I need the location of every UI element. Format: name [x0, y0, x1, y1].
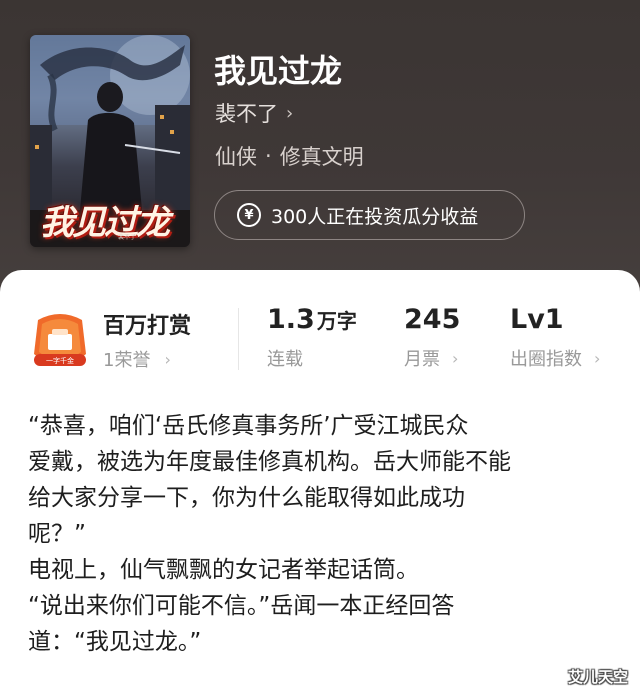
excerpt-line: 给大家分享一下，你为什么能取得如此成功: [28, 485, 465, 511]
popularity-level-label: 出圈指数: [510, 349, 582, 370]
cover-title-art: 我见过龙: [40, 203, 170, 243]
stat-monthly-tickets[interactable]: 245 月票 ›: [404, 304, 460, 371]
invest-button[interactable]: ¥ 300人正在投资瓜分收益: [214, 190, 525, 240]
excerpt-line: 道：“我见过龙。”: [28, 629, 202, 655]
chevron-right-icon: ›: [594, 348, 601, 368]
watermark: 艾儿天空: [567, 668, 628, 686]
excerpt-line: 电视上，仙气飘飘的女记者举起话筒。: [28, 557, 419, 583]
monthly-ticket-label: 月票: [404, 349, 440, 370]
invest-text: 300人正在投资瓜分收益: [271, 205, 479, 228]
genre-secondary[interactable]: 修真文明: [280, 141, 364, 171]
reward-title[interactable]: 百万打赏: [103, 308, 191, 340]
excerpt-line: “说出来你们可能不信。”岳闻一本正经回答: [28, 593, 455, 619]
genre-primary[interactable]: 仙侠: [215, 141, 257, 171]
stat-word-count: 1.3 万字 连载: [267, 304, 357, 371]
chevron-right-icon: ›: [286, 102, 294, 124]
author-link[interactable]: 裴不了 ›: [215, 98, 293, 128]
stats-divider: [238, 308, 239, 370]
chapter-excerpt: “恭喜，咱们‘岳氏修真事务所’广受江城民众 爱戴，被选为年度最佳修真机构。岳大师…: [28, 408, 618, 660]
monthly-ticket-value: 245: [404, 304, 461, 335]
yen-icon: ¥: [237, 203, 261, 227]
excerpt-line: “恭喜，咱们‘岳氏修真事务所’广受江城民众: [28, 413, 469, 439]
book-header: 我见过龙 裴不了 我见过龙 裴不了 › 仙侠 · 修真文明 ¥ 300人正在投资…: [0, 0, 640, 300]
author-name: 裴不了: [215, 102, 278, 126]
chevron-right-icon: ›: [452, 348, 459, 368]
popularity-level-value: Lv1: [510, 304, 564, 335]
reward-honor-text: 1荣誉: [103, 350, 151, 371]
book-cover[interactable]: 我见过龙 裴不了: [30, 35, 190, 247]
reward-honor[interactable]: 1荣誉 ›: [103, 346, 171, 372]
chevron-right-icon: ›: [164, 349, 171, 369]
genre-row: 仙侠 · 修真文明: [215, 141, 364, 171]
book-title: 我见过龙: [214, 52, 343, 90]
genre-separator: ·: [265, 144, 272, 168]
word-count-unit: 万字: [316, 309, 357, 333]
reward-badge-icon[interactable]: 一字千金: [30, 310, 90, 374]
excerpt-line: 爱戴，被选为年度最佳修真机构。岳大师能不能: [28, 449, 511, 475]
badge-label: 一字千金: [46, 356, 74, 365]
serial-status-label: 连载: [267, 349, 303, 370]
excerpt-line: 呢？”: [28, 521, 86, 547]
book-info-card: 一字千金 百万打赏 1荣誉 › 1.3 万字 连载 245 月票 › Lv1 出…: [0, 270, 640, 695]
word-count-value: 1.3: [267, 304, 315, 335]
stat-popularity-level[interactable]: Lv1 出圈指数 ›: [510, 304, 600, 371]
cover-author-small: 裴不了: [118, 234, 137, 241]
